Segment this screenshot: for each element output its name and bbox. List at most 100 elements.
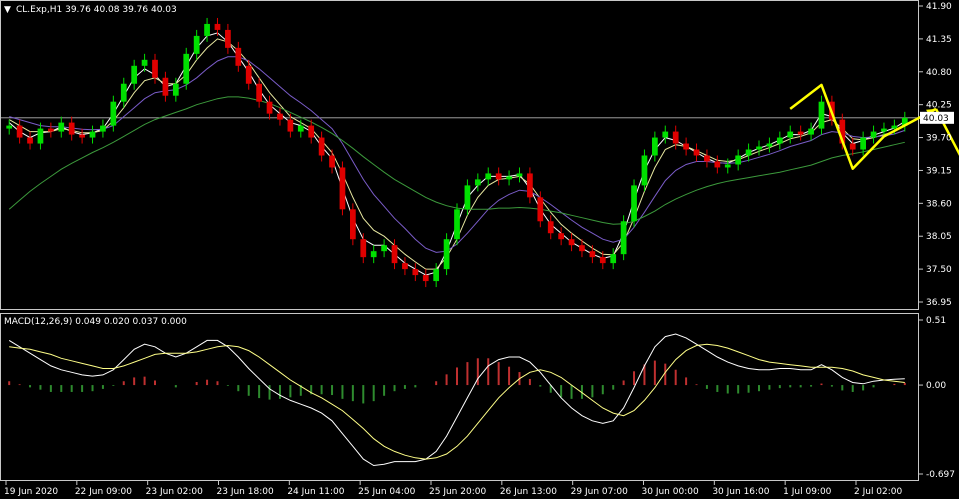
- candle-body: [120, 83, 127, 102]
- candle-body: [266, 101, 273, 114]
- candle-body: [6, 125, 13, 129]
- price-y-tick-label: 36.95: [926, 298, 952, 308]
- candle-body: [422, 275, 429, 282]
- candle-body: [474, 179, 481, 186]
- price-y-tick-label: 39.15: [926, 166, 952, 176]
- candle-body: [235, 47, 242, 66]
- candle-body: [870, 131, 877, 138]
- candle-body: [683, 143, 689, 150]
- candle-body: [172, 83, 179, 96]
- candle-body: [454, 209, 460, 240]
- price-y-tick-label: 41.90: [926, 2, 952, 12]
- candle-body: [745, 149, 752, 156]
- candle-body: [631, 185, 637, 222]
- candle-body: [297, 125, 304, 132]
- current-price-label: 40.03: [923, 114, 949, 124]
- candle-body: [204, 23, 210, 36]
- price-y-tick-label: 39.70: [926, 134, 952, 144]
- candle-body: [193, 35, 200, 54]
- candle-body: [787, 131, 794, 138]
- candle-body: [693, 149, 700, 156]
- x-tick-label: 19 Jun 2020: [4, 487, 58, 497]
- candle-body: [79, 134, 85, 138]
- candle-body: [370, 251, 377, 258]
- macd-info: MACD(12,26,9) 0.049 0.020 0.037 0.000: [4, 317, 187, 327]
- x-tick-label: 30 Jun 00:00: [642, 487, 699, 497]
- x-tick-label: 1 Jul 09:00: [783, 487, 832, 497]
- price-y-tick-label: 41.35: [926, 35, 952, 45]
- candle-body: [881, 128, 887, 132]
- candle-body: [620, 221, 627, 255]
- candle-body: [256, 83, 263, 102]
- candle-body: [349, 209, 356, 240]
- candle-body: [245, 65, 252, 84]
- x-tick-label: 25 Jun 04:00: [358, 487, 415, 497]
- candle-body: [808, 128, 814, 135]
- macd-y-tick-label: 0.00: [926, 381, 946, 391]
- candle-body: [589, 251, 596, 258]
- macd-y-tick-label: -0.697: [926, 470, 955, 480]
- candle-body: [443, 239, 450, 270]
- candle-body: [16, 125, 23, 138]
- candle-body: [766, 143, 773, 147]
- candle-body: [433, 269, 440, 282]
- candle-body: [599, 257, 606, 264]
- candle-body: [214, 23, 221, 30]
- candle-body: [714, 161, 721, 168]
- candle-body: [110, 101, 117, 126]
- candle-body: [381, 245, 387, 252]
- candle-body: [68, 122, 75, 135]
- candle-body: [318, 137, 325, 156]
- candle-body: [37, 128, 44, 144]
- candle-body: [568, 239, 575, 246]
- candle-body: [662, 131, 669, 138]
- price-y-tick-label: 40.80: [926, 68, 952, 78]
- macd-y-tick-label: 0.51: [926, 316, 946, 326]
- candle-body: [402, 263, 408, 270]
- price-y-tick-label: 37.50: [926, 265, 952, 275]
- candle-body: [860, 137, 867, 150]
- candle-body: [412, 269, 419, 276]
- candle-body: [506, 176, 512, 180]
- x-tick-label: 22 Jun 09:00: [75, 487, 132, 497]
- candle-body: [58, 122, 65, 132]
- candle-body: [527, 173, 533, 198]
- candle-body: [27, 137, 33, 144]
- candle-body: [183, 53, 190, 84]
- price-y-tick-label: 38.05: [926, 232, 952, 242]
- symbol-info: CL.Exp,H1 39.76 40.08 39.76 40.03: [16, 5, 177, 15]
- x-tick-label: 24 Jun 11:00: [287, 487, 344, 497]
- candle-body: [339, 167, 346, 210]
- candle-body: [329, 155, 335, 168]
- candle-body: [818, 101, 825, 129]
- candle-body: [891, 125, 898, 129]
- candle-body: [464, 185, 471, 210]
- candle-body: [735, 155, 742, 165]
- candle-body: [152, 59, 158, 78]
- candle-body: [724, 164, 731, 168]
- candle-body: [641, 155, 648, 186]
- candle-body: [225, 29, 231, 48]
- candle-body: [672, 131, 679, 144]
- candle-body: [537, 197, 544, 222]
- x-tick-label: 30 Jun 16:00: [712, 487, 769, 497]
- candle-body: [651, 137, 658, 156]
- candle-body: [756, 146, 762, 150]
- candle-body: [100, 125, 106, 132]
- x-tick-label: 2 Jul 02:00: [854, 487, 903, 497]
- candle-body: [797, 131, 804, 135]
- candle-body: [141, 59, 148, 66]
- candle-body: [547, 221, 554, 234]
- candle-body: [516, 173, 523, 177]
- candle-body: [308, 125, 315, 138]
- candle-body: [162, 77, 169, 96]
- x-tick-label: 29 Jun 07:00: [571, 487, 628, 497]
- candle-body: [131, 65, 138, 84]
- chart-header-dropdown-icon[interactable]: ▼: [4, 5, 11, 15]
- x-tick-label: 26 Jun 13:00: [500, 487, 557, 497]
- candle-body: [287, 119, 294, 132]
- x-tick-label: 23 Jun 18:00: [217, 487, 274, 497]
- candle-body: [610, 254, 617, 264]
- candle-body: [495, 173, 502, 180]
- x-tick-label: 23 Jun 02:00: [146, 487, 203, 497]
